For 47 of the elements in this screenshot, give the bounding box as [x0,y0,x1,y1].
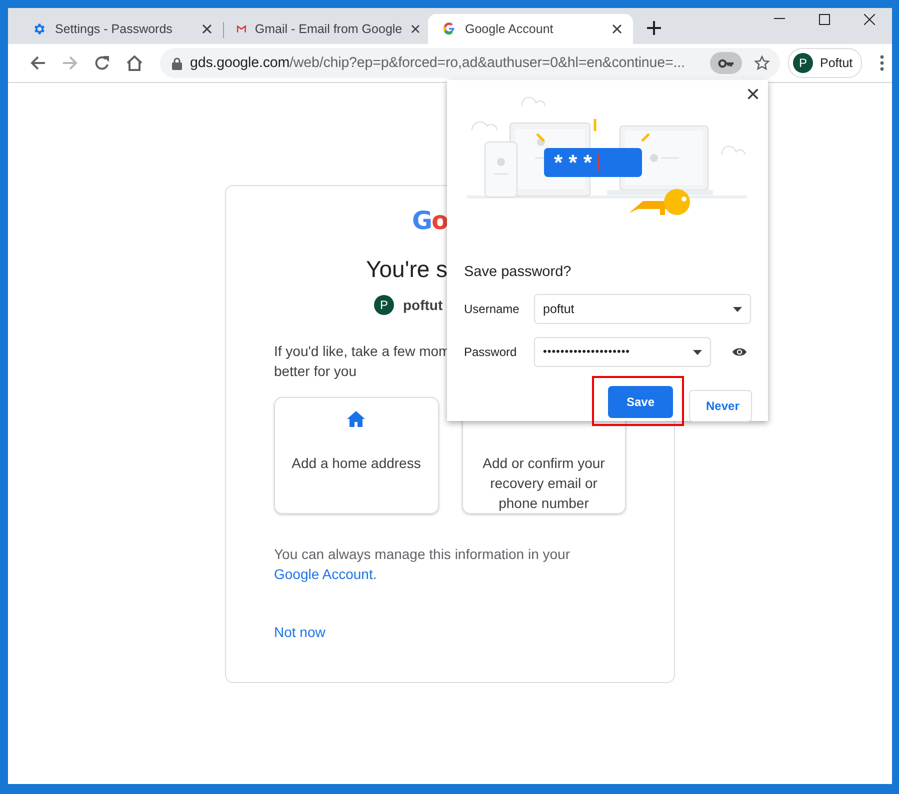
google-logo: Go [412,206,448,237]
plus-icon[interactable] [647,21,661,35]
star-icon[interactable] [754,55,770,71]
home-icon[interactable] [126,55,142,71]
dropdown-caret-icon[interactable] [693,350,702,354]
browser-tab[interactable]: Settings - Passwords [18,14,223,44]
save-button[interactable]: Save [608,386,673,418]
home-icon [347,411,366,427]
intro-text: better for you [274,362,356,381]
close-icon[interactable] [411,24,420,34]
option-card[interactable]: Add a home address [274,397,438,514]
password-input[interactable]: •••••••••••••••••••• [543,339,687,365]
reload-icon[interactable] [94,55,110,71]
lock-icon [172,56,182,70]
page-heading: You're s [366,256,448,283]
masked-password-pill: * * * [544,148,642,177]
maximize-icon[interactable] [819,14,830,24]
url-text: gds.google.com/web/chip?ep=p&forced=ro,ad&authuser=0&hl=en&continue=... [190,55,686,71]
dropdown-caret-icon[interactable] [733,306,742,312]
mail-icon [237,23,246,35]
popup-title: Save password? [464,264,572,280]
password-key-button[interactable] [710,52,742,74]
field-label: Password [464,345,518,359]
back-arrow-icon[interactable] [30,55,46,71]
browser-tab[interactable]: Google Account [428,14,633,44]
account-name: poftut [403,297,443,313]
password-field[interactable]: •••••••••••••••••••• [534,337,711,367]
google-icon [442,22,456,36]
close-icon[interactable] [748,89,758,99]
never-button[interactable]: Never [689,390,752,422]
browser-tab[interactable]: Gmail - Email from Google [223,14,428,44]
eye-icon[interactable] [732,347,747,357]
address-bar[interactable]: gds.google.com/web/chip?ep=p&forced=ro,ad&authuser=0&hl=en&continue=... [160,48,780,78]
avatar: P [793,53,813,73]
gear-icon [32,22,46,36]
field-label: Username [464,302,520,316]
minimize-icon[interactable] [774,18,785,20]
username-field[interactable]: poftut [534,294,751,324]
profile-button[interactable]: P Poftut [788,48,862,78]
key-icon [718,58,734,68]
username-input[interactable]: poftut [543,296,727,322]
google-account-link[interactable]: Google Account [274,566,373,582]
avatar: P [374,295,394,315]
manage-info-text: You can always manage this information in your Google Account. [274,545,571,584]
close-icon[interactable] [864,14,875,24]
not-now-link[interactable]: Not now [274,624,326,640]
menu-icon[interactable] [880,55,884,71]
